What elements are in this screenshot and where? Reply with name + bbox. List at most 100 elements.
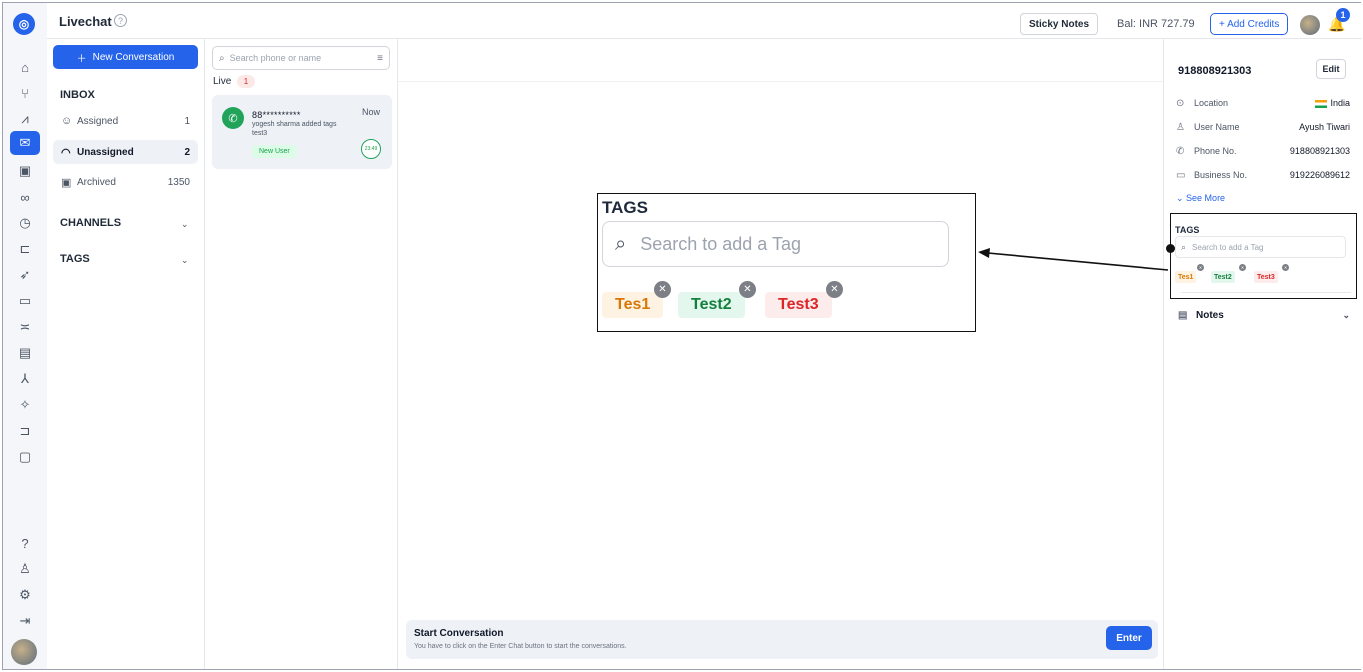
window-icon[interactable]: ▢: [15, 447, 35, 467]
profile-avatar[interactable]: [1300, 15, 1320, 35]
contact-phone: 88**********: [252, 110, 301, 120]
user-circle-icon: ☺: [61, 115, 73, 127]
logout-icon[interactable]: ⇥: [15, 611, 35, 631]
tags-divider: [1181, 292, 1351, 293]
tree-icon[interactable]: ⊏: [15, 239, 35, 259]
chevron-down-icon[interactable]: ⌄: [181, 255, 189, 266]
top-bar: Livechat ? Sticky Notes Bal: INR 727.79 …: [47, 3, 1362, 39]
remove-tag-icon[interactable]: ✕: [1282, 264, 1289, 271]
remove-tag-icon: ✕: [654, 281, 671, 298]
detail-label: Phone No.: [1194, 146, 1237, 156]
new-conversation-button[interactable]: ＋ New Conversation: [53, 45, 198, 69]
tag-chip: Test3: [1254, 271, 1278, 283]
remove-tag-icon[interactable]: ✕: [1239, 264, 1246, 271]
analytics-icon[interactable]: ⩘: [15, 109, 35, 129]
inbox-item-archived[interactable]: ▣ Archived 1350: [53, 170, 198, 194]
new-user-badge: New User: [252, 145, 297, 158]
inbox-panel: ＋ New Conversation INBOX ☺ Assigned 1 ◠ …: [47, 39, 205, 669]
sparkle-icon[interactable]: ✧: [15, 395, 35, 415]
inbox-item-unassigned[interactable]: ◠ Unassigned 2: [53, 140, 198, 164]
tag-search-input[interactable]: ⌕ Search to add a Tag: [1175, 236, 1346, 258]
zoom-tag-search-input: ⌕ Search to add a Tag: [602, 221, 949, 267]
start-conversation-hint: You have to click on the Enter Chat butt…: [414, 643, 627, 650]
tags-title: TAGS: [1175, 225, 1200, 235]
sticky-notes-button[interactable]: Sticky Notes: [1020, 13, 1099, 35]
notes-label: Notes: [1196, 310, 1224, 321]
session-timer: 23:49: [361, 139, 381, 159]
remove-tag-icon[interactable]: ✕: [1197, 264, 1204, 271]
archive-icon: ▣: [61, 176, 72, 189]
cart-icon[interactable]: ⊐: [15, 421, 35, 441]
tags-zoom-callout: TAGS ⌕ Search to add a Tag Tes1 ✕ Test2 …: [597, 193, 976, 332]
help-icon[interactable]: ?: [15, 533, 35, 553]
inbox-item-count: 1350: [167, 176, 190, 188]
detail-value: India: [1315, 98, 1350, 108]
network-icon[interactable]: ⅄: [15, 369, 35, 389]
chat-area: Start Conversation You have to click on …: [398, 39, 1163, 669]
chevron-down-icon[interactable]: ⌄: [181, 219, 189, 230]
search-icon: ⌕: [1181, 241, 1187, 252]
ticket-icon[interactable]: ▤: [15, 343, 35, 363]
livechat-icon[interactable]: ✉: [10, 131, 40, 155]
search-icon: ⌕: [615, 232, 627, 255]
start-conversation-bar: Start Conversation You have to click on …: [406, 620, 1158, 659]
callout-arrow: [978, 248, 1169, 271]
start-conversation-title: Start Conversation: [414, 628, 504, 639]
search-placeholder: Search phone or name: [229, 53, 322, 63]
phone-icon: ✆: [1176, 145, 1185, 157]
nav-rail: ◎ ⌂ ⑂ ⩘ ✉ ▣ ∞ ◷ ⊏ ➶ ▭ ≍ ▤ ⅄ ✧ ⊐ ▢ ? ♙ ⚙ …: [3, 3, 47, 669]
page-title: Livechat: [59, 14, 112, 29]
notes-section[interactable]: ▤ Notes ⌄: [1178, 310, 1350, 321]
channels-heading[interactable]: CHANNELS: [60, 217, 121, 229]
see-more-link[interactable]: ⌄ See More: [1176, 193, 1225, 204]
edit-contact-button[interactable]: Edit: [1316, 59, 1346, 79]
detail-row-phone: ✆ Phone No. 918808921303: [1176, 144, 1350, 158]
inbox-heading: INBOX: [60, 89, 95, 101]
filter-icon[interactable]: ≡: [377, 53, 383, 64]
app-logo-icon[interactable]: ◎: [13, 13, 35, 35]
inbox-item-count: 1: [184, 115, 190, 127]
home-icon[interactable]: ⌂: [15, 57, 35, 77]
contacts-icon[interactable]: ▣: [15, 161, 35, 181]
zoom-tag-chip: Test2: [678, 292, 745, 318]
detail-row-username: ♙ User Name Ayush Tiwari: [1176, 120, 1350, 134]
contact-phone-title: 918808921303: [1178, 65, 1252, 77]
tags-heading[interactable]: TAGS: [60, 253, 90, 265]
plus-icon: ＋: [76, 53, 87, 65]
inbox-item-count: 2: [184, 146, 190, 158]
notes-icon: ▤: [1178, 310, 1188, 321]
detail-label: Business No.: [1194, 170, 1248, 180]
inbox-item-label: Archived: [77, 176, 116, 188]
folder-icon[interactable]: ▭: [15, 291, 35, 311]
conversation-preview: yogesh sharma added tags: [252, 121, 337, 128]
chevron-down-icon: ⌄: [1176, 193, 1187, 203]
conversation-search-input[interactable]: ⌕ Search phone or name ≡: [212, 46, 390, 70]
conversation-card[interactable]: ✆ 88********** Now yogesh sharma added t…: [212, 95, 392, 169]
chevron-down-icon[interactable]: ⌄: [1342, 310, 1350, 321]
rocket-icon[interactable]: ➶: [15, 265, 35, 285]
flow-icon[interactable]: ⑂: [15, 83, 35, 103]
settings-icon[interactable]: ⚙: [15, 585, 35, 605]
add-credits-button[interactable]: + Add Credits: [1210, 13, 1289, 35]
detail-label: User Name: [1194, 122, 1240, 132]
integrations-icon[interactable]: ∞: [15, 187, 35, 207]
contact-details-panel: 918808921303 Edit ⊙ Location India ♙ Use…: [1163, 39, 1362, 669]
chat-divider: [398, 81, 1163, 82]
remove-tag-icon: ✕: [826, 281, 843, 298]
whatsapp-icon: ✆: [222, 107, 244, 129]
conversation-list: ⌕ Search phone or name ≡ Live 1 ✆ 88****…: [205, 39, 398, 669]
toggles-icon[interactable]: ≍: [15, 317, 35, 337]
inbox-item-assigned[interactable]: ☺ Assigned 1: [53, 109, 198, 133]
enter-chat-button[interactable]: Enter: [1106, 626, 1152, 650]
history-icon[interactable]: ◷: [15, 213, 35, 233]
help-circle-icon[interactable]: ?: [114, 14, 127, 27]
tag-chip: Test2: [1211, 271, 1235, 283]
inbox-item-label: Assigned: [77, 115, 119, 127]
zoom-tag-chip: Tes1: [602, 292, 664, 318]
support-icon[interactable]: ♙: [15, 559, 35, 579]
detail-label: Location: [1194, 98, 1229, 108]
conversation-time: Now: [362, 107, 381, 117]
zoom-tags-title: TAGS: [602, 198, 648, 217]
user-avatar[interactable]: [11, 639, 37, 665]
tag-search-placeholder: Search to add a Tag: [1192, 242, 1264, 252]
